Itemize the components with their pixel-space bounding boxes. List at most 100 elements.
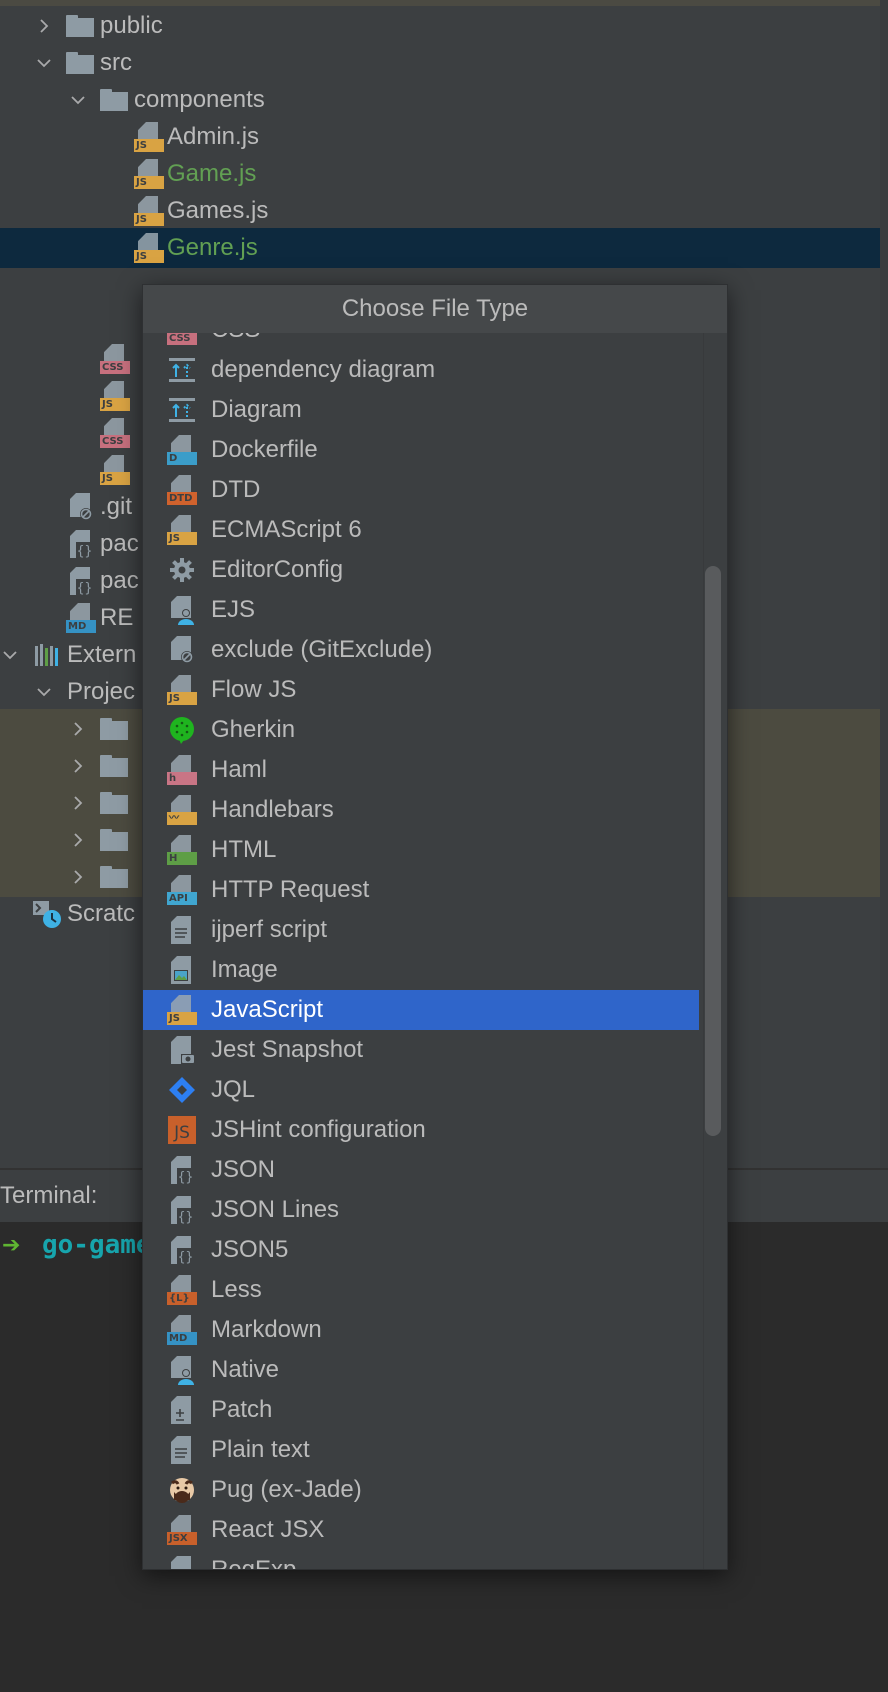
javascript-file-icon: JS [100,381,130,411]
file-type-option[interactable]: Plain text [143,1430,699,1470]
file-type-label: DTD [211,476,261,503]
file-type-list: CSS CSS dependency diagram Diagram D Dockerfi… [143,333,727,1569]
file-type-option[interactable]: MD Markdown [143,1310,699,1350]
chevron-down-icon[interactable] [68,90,88,110]
tree-item-label: pac [100,530,139,557]
file-type-option[interactable]: D Dockerfile [143,430,699,470]
popup-scrollbar-thumb[interactable] [705,566,721,1137]
jql-diamond-icon [167,1075,197,1105]
chevron-right-icon[interactable] [68,719,88,739]
file-type-option[interactable]: JS JSHint configuration [143,1110,699,1150]
tree-item-label: Projec [67,678,136,705]
file-type-option[interactable]: 〰 Handlebars [143,790,699,830]
tree-item-label: Games.js [167,197,269,224]
tree-item-label: public [100,12,163,39]
tree-folder-row[interactable]: components [0,80,880,120]
tree-folder-row[interactable]: src [0,43,880,83]
file-type-option[interactable]: DTD DTD [143,470,699,510]
popup-title: Choose File Type [143,285,727,333]
http-request-icon: API [167,875,197,905]
file-type-option[interactable]: {} JSON [143,1150,699,1190]
chevron-right-icon[interactable] [68,867,88,887]
file-type-option[interactable]: JS ECMAScript 6 [143,510,699,550]
css-file-icon: CSS [100,344,130,374]
chevron-down-icon[interactable] [34,53,54,73]
chevron-right-icon[interactable] [68,756,88,776]
file-type-label: CSS [211,333,260,344]
file-type-option[interactable]: EJS [143,590,699,630]
terminal-label[interactable]: Terminal: [0,1182,97,1210]
html-file-icon: H [167,835,197,865]
file-type-option[interactable]: Native [143,1350,699,1390]
file-type-option[interactable]: exclude (GitExclude) [143,630,699,670]
file-type-option[interactable]: RegExp [143,1550,699,1569]
chevron-right-icon[interactable] [68,793,88,813]
text-file-icon [167,1435,197,1465]
file-type-option[interactable]: Jest Snapshot [143,1030,699,1070]
file-type-label: JSON [211,1156,276,1183]
gear-icon [167,555,197,585]
tree-right-edge [880,0,888,1168]
file-type-label: HTML [211,836,277,863]
file-type-option[interactable]: EditorConfig [143,550,699,590]
file-type-option[interactable]: CSS CSS [143,333,699,350]
person-file-icon [167,1355,197,1385]
scratches-icon [32,899,62,929]
file-type-option[interactable]: JS JavaScript [143,990,699,1030]
file-type-option[interactable]: h Haml [143,750,699,790]
file-type-option[interactable]: API HTTP Request [143,870,699,910]
chevron-right-icon[interactable] [34,16,54,36]
file-type-label: Pug (ex-Jade) [211,1476,362,1503]
file-type-label: Handlebars [211,796,334,823]
folder-icon [100,792,130,814]
file-type-option[interactable]: Diagram [143,390,699,430]
react-jsx-file-icon: JSX [167,1515,197,1545]
tree-file-row[interactable]: JS Games.js [0,191,880,231]
file-type-label: Jest Snapshot [211,1036,364,1063]
diagram-icon [167,395,197,425]
file-type-label: Less [211,1276,262,1303]
person-file-icon [167,595,197,625]
markdown-file-icon: MD [167,1315,197,1345]
file-type-label: Patch [211,1396,273,1423]
file-type-option[interactable]: {L} Less [143,1270,699,1310]
javascript-file-icon: JS [167,515,197,545]
file-type-option[interactable]: Patch [143,1390,699,1430]
file-type-option[interactable]: H HTML [143,830,699,870]
folder-icon [100,755,130,777]
choose-file-type-popup: Choose File Type CSS CSS dependency diagra… [142,284,728,1570]
image-file-icon [167,955,197,985]
file-type-option[interactable]: JS Flow JS [143,670,699,710]
tree-folder-row[interactable]: public [0,6,880,46]
regexp-file-icon [167,1555,197,1569]
file-type-label: dependency diagram [211,356,436,383]
file-type-option[interactable]: JSX React JSX [143,1510,699,1550]
file-type-option[interactable]: Gherkin [143,710,699,750]
json-file-icon: {} [167,1195,197,1225]
svg-text:{}: {} [178,1170,194,1185]
file-type-option[interactable]: Pug (ex-Jade) [143,1470,699,1510]
less-file-icon: {L} [167,1275,197,1305]
tree-file-row[interactable]: JS Game.js [0,154,880,194]
file-type-label: ijperf script [211,916,328,943]
tree-file-row[interactable]: JS Genre.js [0,228,880,268]
file-type-option[interactable]: {} JSON Lines [143,1190,699,1230]
file-type-label: exclude (GitExclude) [211,636,433,663]
file-type-option[interactable]: Image [143,950,699,990]
json-file-icon: {} [66,566,96,596]
file-type-option[interactable]: {} JSON5 [143,1230,699,1270]
chevron-down-icon[interactable] [34,682,54,702]
file-type-option[interactable]: ijperf script [143,910,699,950]
file-type-label: JSHint configuration [211,1116,426,1143]
tree-file-row[interactable]: JS Admin.js [0,117,880,157]
tree-item-label: Extern [67,641,137,668]
chevron-right-icon[interactable] [68,830,88,850]
handlebars-file-icon: 〰 [167,795,197,825]
file-type-option[interactable]: dependency diagram [143,350,699,390]
file-type-label: HTTP Request [211,876,370,903]
tree-item-label: Scratc [67,900,136,927]
chevron-down-icon[interactable] [0,645,20,665]
file-type-option[interactable]: JQL [143,1070,699,1110]
folder-icon [100,718,130,740]
prompt-arrow-icon: ➔ [2,1232,21,1257]
